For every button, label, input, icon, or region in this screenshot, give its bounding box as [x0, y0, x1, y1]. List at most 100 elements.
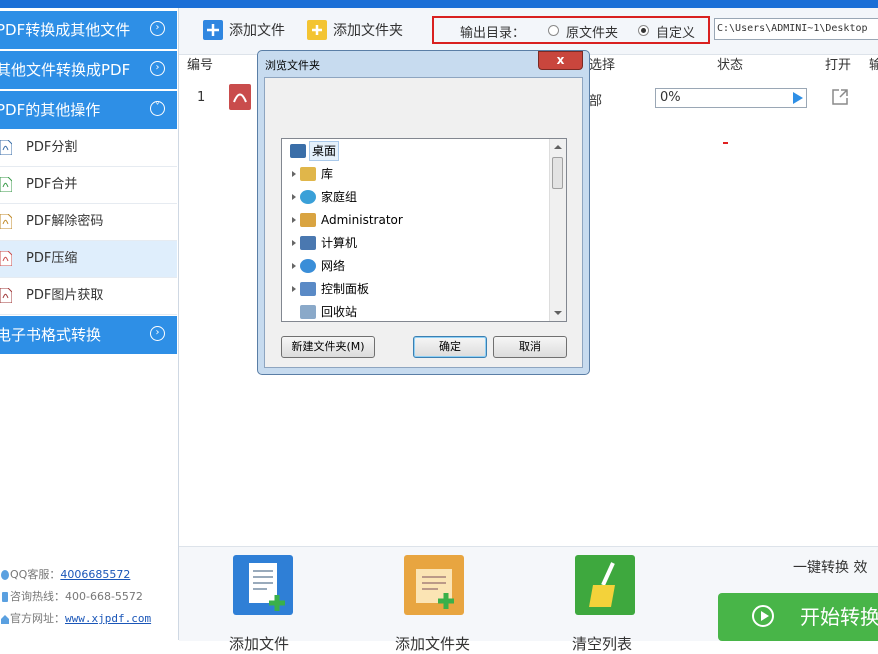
user-icon	[300, 213, 316, 227]
library-icon	[300, 167, 316, 181]
sidebar-item-pdf-unlock[interactable]: PDF解除密码	[0, 204, 177, 241]
sidebar-category-label: PDF转换成其他文件	[0, 21, 131, 39]
home-icon	[1, 615, 9, 624]
tree-item-label: Administrator	[321, 213, 403, 227]
bottom-bar: 添加文件 添加文件夹 清空列表 一键转换 效 开始转换	[179, 546, 878, 653]
add-file-label: 添加文件	[229, 23, 285, 39]
add-folder-label: 添加文件夹	[333, 23, 403, 39]
tree-item-label: 库	[321, 167, 334, 181]
dialog-close-button[interactable]: x	[538, 51, 583, 70]
row-number: 1	[197, 90, 206, 105]
bottom-add-folder-label: 添加文件夹	[395, 635, 471, 653]
site-label: 官方网址：	[10, 612, 65, 625]
browse-folder-dialog: 浏览文件夹 x 桌面 库 家庭组 Administrator 计算机 网络 控制…	[257, 50, 590, 375]
sidebar-footer-site: 官方网址：www.xjpdf.com	[0, 609, 177, 629]
expand-arrow-icon[interactable]	[292, 171, 296, 177]
start-convert-button[interactable]: 开始转换	[718, 593, 878, 641]
recycle-bin-icon	[300, 305, 316, 319]
play-circle-icon	[752, 605, 774, 627]
cancel-button[interactable]: 取消	[493, 336, 567, 358]
sidebar-category-pdf-other-ops[interactable]: PDF的其他操作 ˅	[0, 91, 177, 129]
column-select: 选择	[589, 58, 616, 73]
new-folder-button[interactable]: 新建文件夹(M)	[281, 336, 375, 358]
toolbar: 添加文件 添加文件夹 输出目录： 原文件夹 自定义 C:\Users\ADMIN…	[179, 8, 878, 55]
tree-scrollbar[interactable]	[549, 139, 566, 321]
column-number: 编号	[187, 58, 214, 73]
dialog-body: 桌面 库 家庭组 Administrator 计算机 网络 控制面板 回收站 新…	[264, 77, 583, 368]
tree-item-label: 网络	[321, 259, 346, 273]
one-key-convert-label: 一键转换 效	[793, 560, 868, 576]
chevron-right-circle-icon: ›	[150, 21, 165, 36]
sidebar-category-label: 其他文件转换成PDF	[0, 61, 131, 79]
sidebar-footer-hotline: 咨询热线：400-668-5572	[0, 587, 177, 607]
tree-item-label: 桌面	[309, 141, 340, 161]
scroll-down-icon[interactable]	[554, 311, 562, 315]
sidebar-item-pdf-split[interactable]: PDF分割	[0, 130, 177, 167]
sidebar-item-label: PDF图片获取	[26, 288, 104, 303]
tree-item-label: 计算机	[321, 236, 358, 250]
open-external-icon[interactable]	[831, 88, 849, 106]
folder-tree[interactable]: 桌面 库 家庭组 Administrator 计算机 网络 控制面板 回收站	[281, 138, 567, 322]
site-link[interactable]: www.xjpdf.com	[65, 612, 151, 625]
sidebar-category-pdf-to-other[interactable]: PDF转换成其他文件 ›	[0, 11, 177, 49]
add-folder-large-icon	[404, 555, 464, 615]
sidebar-item-label: PDF压缩	[26, 251, 78, 266]
sidebar-footer-qq: QQ客服：4006685572	[0, 565, 177, 585]
broom-icon	[575, 555, 635, 615]
pdf-file-icon	[0, 251, 12, 266]
chevron-down-circle-icon: ˅	[150, 101, 165, 116]
bottom-add-file-label: 添加文件	[229, 635, 290, 653]
radio-original-folder[interactable]	[548, 25, 559, 36]
expand-arrow-icon[interactable]	[292, 286, 296, 292]
radio-original-label: 原文件夹	[566, 26, 619, 41]
tree-item-label: 控制面板	[321, 282, 370, 296]
radio-custom[interactable]	[638, 25, 649, 36]
row-option[interactable]: 部	[589, 90, 602, 109]
sidebar-category-other-to-pdf[interactable]: 其他文件转换成PDF ›	[0, 51, 177, 89]
radio-custom-label: 自定义	[656, 26, 696, 41]
scroll-up-icon[interactable]	[554, 145, 562, 149]
pdf-file-icon	[229, 84, 251, 110]
output-path-field[interactable]: C:\Users\ADMINI~1\Desktop	[714, 18, 878, 40]
sidebar-category-label: 电子书格式转换	[0, 326, 102, 344]
expand-arrow-icon[interactable]	[292, 217, 296, 223]
tree-item-label: 回收站	[321, 305, 358, 319]
sidebar-item-pdf-merge[interactable]: PDF合并	[0, 167, 177, 204]
pdf-file-icon	[0, 288, 12, 303]
expand-arrow-icon[interactable]	[292, 240, 296, 246]
ok-button[interactable]: 确定	[413, 336, 487, 358]
dialog-title: 浏览文件夹	[265, 59, 320, 72]
sidebar-item-pdf-compress[interactable]: PDF压缩	[0, 241, 177, 278]
desktop-icon	[290, 144, 306, 158]
sidebar-category-label: PDF的其他操作	[0, 101, 101, 119]
scroll-thumb[interactable]	[552, 157, 563, 189]
hotline-value: 400-668-5572	[65, 590, 143, 603]
add-file-large-icon	[233, 555, 293, 615]
top-title-strip	[0, 0, 878, 8]
add-file-button[interactable]: 添加文件	[203, 20, 303, 42]
sidebar-item-pdf-image-extract[interactable]: PDF图片获取	[0, 278, 177, 315]
pdf-file-icon	[0, 140, 12, 155]
column-extra: 输	[869, 58, 878, 73]
column-open: 打开	[825, 58, 852, 73]
sidebar-category-ebook-convert[interactable]: 电子书格式转换 ›	[0, 316, 177, 354]
sidebar-item-label: PDF分割	[26, 140, 78, 155]
qq-link[interactable]: 4006685572	[60, 568, 130, 581]
sidebar-item-label: PDF解除密码	[26, 214, 104, 229]
chevron-right-circle-icon: ›	[150, 326, 165, 341]
pdf-file-icon	[0, 177, 12, 192]
network-icon	[300, 259, 316, 273]
column-status: 状态	[717, 58, 744, 73]
qq-icon	[1, 570, 9, 580]
add-folder-icon	[307, 20, 327, 40]
expand-arrow-icon[interactable]	[292, 194, 296, 200]
pdf-file-icon	[0, 214, 12, 229]
control-panel-icon	[300, 282, 316, 296]
clear-list-label: 清空列表	[572, 635, 633, 653]
expand-arrow-icon[interactable]	[292, 263, 296, 269]
play-icon[interactable]	[793, 92, 803, 104]
qq-label: QQ客服：	[10, 568, 61, 581]
add-folder-button[interactable]: 添加文件夹	[307, 20, 417, 42]
homegroup-icon	[300, 190, 316, 204]
phone-icon	[2, 592, 8, 602]
